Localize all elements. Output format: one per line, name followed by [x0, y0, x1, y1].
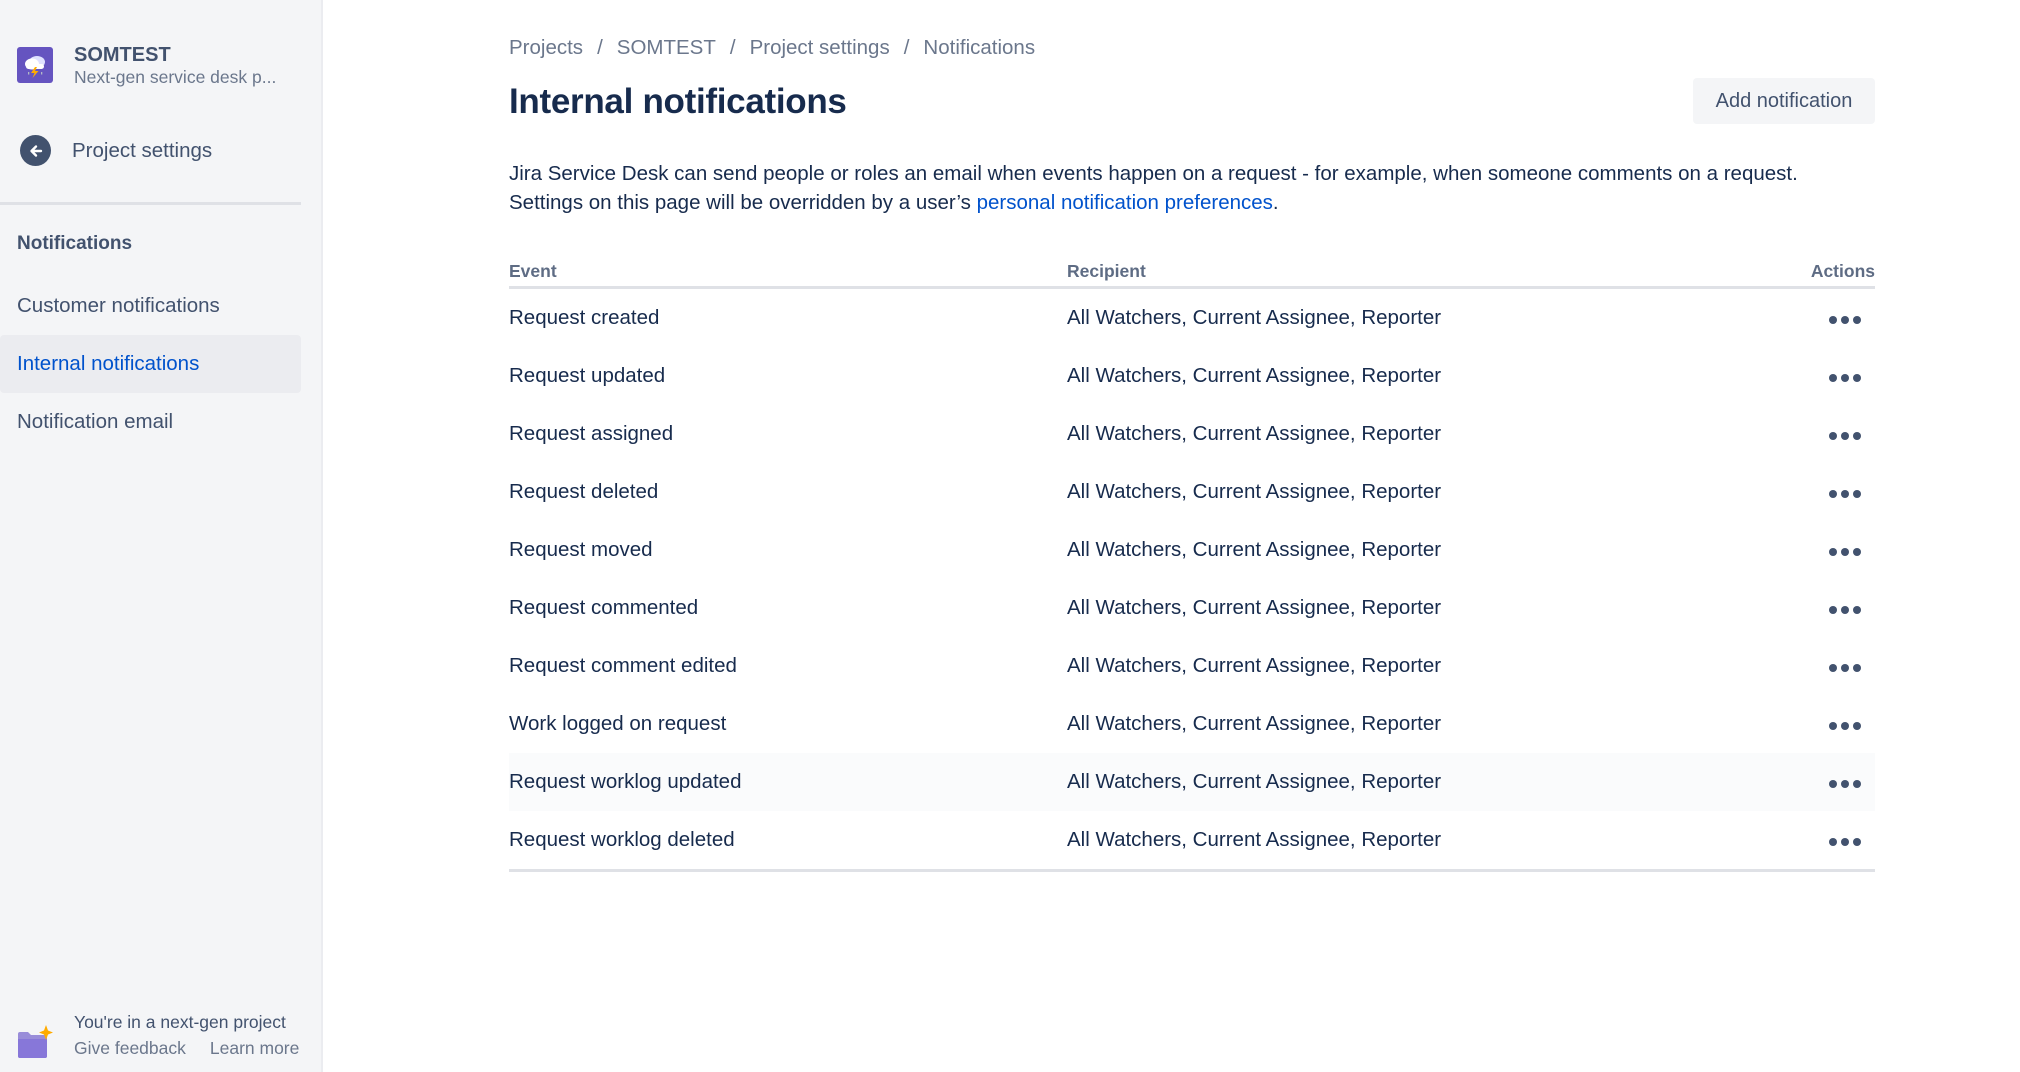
recipient-cell: All Watchers, Current Assignee, Reporter	[1067, 364, 1442, 387]
breadcrumb-notifications[interactable]: Notifications	[923, 36, 1035, 59]
actions-cell	[1795, 712, 1875, 736]
event-cell: Request worklog updated	[509, 770, 742, 793]
more-horizontal-icon[interactable]	[1823, 658, 1875, 678]
page-title: Internal notifications	[509, 82, 847, 121]
column-header-recipient: Recipient	[1067, 260, 1146, 281]
recipient-cell: All Watchers, Current Assignee, Reporter	[1067, 828, 1442, 851]
learn-more-link[interactable]: Learn more	[210, 1038, 300, 1058]
event-cell: Request worklog deleted	[509, 828, 735, 851]
breadcrumb-somtest[interactable]: SOMTEST	[617, 36, 716, 59]
recipient-cell: All Watchers, Current Assignee, Reporter	[1067, 712, 1442, 735]
project-header[interactable]: SOMTEST Next-gen service desk p...	[17, 43, 276, 87]
recipient-cell: All Watchers, Current Assignee, Reporter	[1067, 770, 1442, 793]
table-row[interactable]: Request worklog updated All Watchers, Cu…	[509, 753, 1875, 811]
arrow-left-circle-icon	[20, 135, 51, 166]
more-horizontal-icon[interactable]	[1823, 368, 1875, 388]
page-description: Jira Service Desk can send people or rol…	[509, 159, 1875, 217]
recipient-cell: All Watchers, Current Assignee, Reporter	[1067, 480, 1442, 503]
more-horizontal-icon[interactable]	[1823, 426, 1875, 446]
actions-cell	[1795, 306, 1875, 330]
event-cell: Work logged on request	[509, 712, 727, 735]
description-line-2: Settings on this page will be overridden…	[509, 191, 977, 214]
notifications-table: Event Recipient Actions Request created …	[509, 256, 1875, 872]
actions-cell	[1795, 654, 1875, 678]
table-row[interactable]: Request assigned All Watchers, Current A…	[509, 405, 1875, 463]
recipient-cell: All Watchers, Current Assignee, Reporter	[1067, 654, 1442, 677]
column-header-actions: Actions	[1810, 260, 1875, 281]
event-cell: Request deleted	[509, 480, 659, 503]
sidebar-item-customer-notifications[interactable]: Customer notifications	[0, 277, 301, 335]
table-row[interactable]: Request moved All Watchers, Current Assi…	[509, 521, 1875, 579]
breadcrumb: Projects / SOMTEST / Project settings / Notifi…	[509, 36, 1035, 60]
storm-cloud-icon	[17, 47, 53, 83]
event-cell: Request commented	[509, 596, 699, 619]
give-feedback-link[interactable]: Give feedback	[74, 1038, 186, 1058]
actions-cell	[1795, 596, 1875, 620]
recipient-cell: All Watchers, Current Assignee, Reporter	[1067, 596, 1442, 619]
table-row[interactable]: Request comment edited All Watchers, Cur…	[509, 637, 1875, 695]
event-cell: Request updated	[509, 364, 666, 387]
folder-sparkle-icon	[17, 1024, 53, 1060]
recipient-cell: All Watchers, Current Assignee, Reporter	[1067, 306, 1442, 329]
breadcrumb-separator: /	[903, 36, 910, 59]
description-line-1: Jira Service Desk can send people or rol…	[509, 162, 1798, 185]
actions-cell	[1795, 480, 1875, 504]
table-row[interactable]: Request commented All Watchers, Current …	[509, 579, 1875, 637]
actions-cell	[1795, 364, 1875, 388]
more-horizontal-icon[interactable]	[1823, 484, 1875, 504]
event-cell: Request comment edited	[509, 654, 737, 677]
table-row[interactable]: Work logged on request All Watchers, Cur…	[509, 695, 1875, 753]
sidebar-section-title: Notifications	[17, 233, 133, 254]
breadcrumb-projects[interactable]: Projects	[509, 36, 583, 59]
actions-cell	[1795, 828, 1875, 852]
actions-cell	[1795, 538, 1875, 562]
actions-cell	[1795, 422, 1875, 446]
back-label: Project settings	[72, 138, 213, 162]
more-horizontal-icon[interactable]	[1823, 542, 1875, 562]
personal-notification-preferences-link[interactable]: personal notification preferences	[977, 191, 1273, 214]
more-horizontal-icon[interactable]	[1823, 716, 1875, 736]
actions-cell	[1795, 770, 1875, 794]
breadcrumb-separator: /	[729, 36, 736, 59]
more-horizontal-icon[interactable]	[1823, 310, 1875, 330]
sidebar-item-internal-notifications[interactable]: Internal notifications	[0, 335, 301, 393]
table-row[interactable]: Request created All Watchers, Current As…	[509, 289, 1875, 347]
event-cell: Request assigned	[509, 422, 674, 445]
more-horizontal-icon[interactable]	[1823, 832, 1875, 852]
footer-title: You're in a next-gen project	[74, 1012, 286, 1032]
breadcrumb-separator: /	[597, 36, 603, 59]
recipient-cell: All Watchers, Current Assignee, Reporter	[1067, 538, 1442, 561]
next-gen-footer: You're in a next-gen project Give feedba…	[17, 1010, 299, 1062]
table-body: Request created All Watchers, Current As…	[509, 289, 1875, 872]
sidebar: SOMTEST Next-gen service desk p... Proje…	[0, 0, 323, 1072]
project-type: Next-gen service desk p...	[74, 67, 277, 87]
column-header-event: Event	[509, 260, 557, 281]
recipient-cell: All Watchers, Current Assignee, Reporter	[1067, 422, 1442, 445]
table-row[interactable]: Request worklog deleted All Watchers, Cu…	[509, 811, 1875, 869]
more-horizontal-icon[interactable]	[1823, 774, 1875, 794]
event-cell: Request created	[509, 306, 660, 329]
description-period: .	[1272, 191, 1279, 214]
event-cell: Request moved	[509, 538, 653, 561]
table-row[interactable]: Request deleted All Watchers, Current As…	[509, 463, 1875, 521]
sidebar-item-notification-email[interactable]: Notification email	[0, 393, 301, 451]
table-row[interactable]: Request updated All Watchers, Current As…	[509, 347, 1875, 405]
project-name: SOMTEST	[74, 44, 171, 66]
sidebar-divider	[0, 202, 301, 205]
more-horizontal-icon[interactable]	[1823, 600, 1875, 620]
table-header: Event Recipient Actions	[509, 256, 1875, 289]
breadcrumb-project-settings[interactable]: Project settings	[750, 36, 890, 59]
back-to-project-settings[interactable]: Project settings	[17, 135, 212, 166]
add-notification-button[interactable]: Add notification	[1693, 78, 1875, 124]
